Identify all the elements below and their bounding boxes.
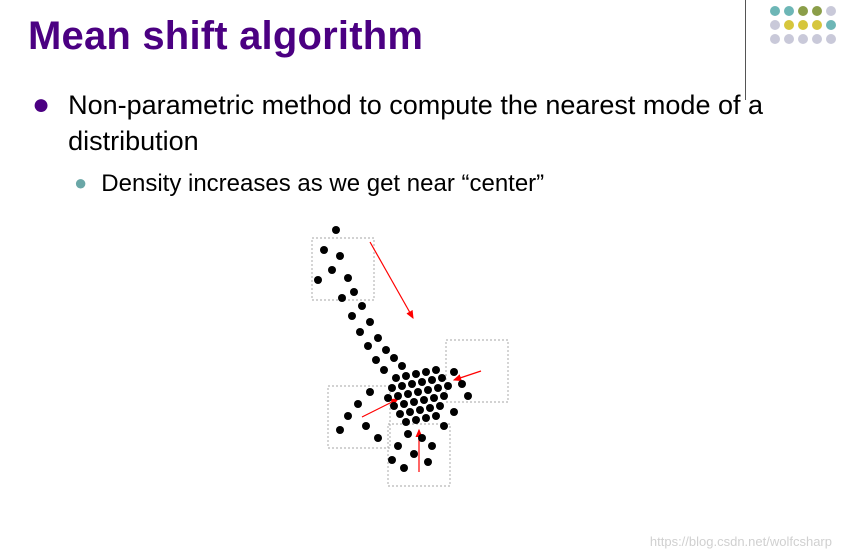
decor-dot bbox=[784, 20, 794, 30]
decor-dot bbox=[784, 6, 794, 16]
decor-dot bbox=[826, 20, 836, 30]
decor-dot bbox=[826, 6, 836, 16]
slide-title: Mean shift algorithm bbox=[0, 0, 844, 59]
vertical-divider bbox=[745, 0, 746, 100]
bullet-level-1: ● Non-parametric method to compute the n… bbox=[32, 87, 784, 160]
bullet-text: Density increases as we get near “center… bbox=[101, 168, 544, 200]
scatter-diagram bbox=[258, 220, 558, 490]
bullet-level-2: ● Density increases as we get near “cent… bbox=[74, 168, 784, 200]
decor-dot bbox=[812, 34, 822, 44]
bullet-text: Non-parametric method to compute the nea… bbox=[68, 87, 784, 160]
decor-dot bbox=[770, 34, 780, 44]
decor-dot bbox=[812, 20, 822, 30]
bullet-icon: ● bbox=[74, 168, 87, 200]
decor-dot bbox=[798, 34, 808, 44]
decor-dot bbox=[826, 34, 836, 44]
decor-dot bbox=[770, 20, 780, 30]
mean-shift-figure bbox=[32, 220, 784, 495]
decor-dot bbox=[784, 34, 794, 44]
content-area: ● Non-parametric method to compute the n… bbox=[0, 59, 844, 495]
decor-dot bbox=[798, 20, 808, 30]
watermark: https://blog.csdn.net/wolfcsharp bbox=[650, 534, 832, 549]
decor-dot bbox=[812, 6, 822, 16]
decor-dot bbox=[770, 6, 780, 16]
bullet-icon: ● bbox=[32, 87, 50, 160]
decor-dot bbox=[798, 6, 808, 16]
corner-decor bbox=[770, 6, 836, 44]
